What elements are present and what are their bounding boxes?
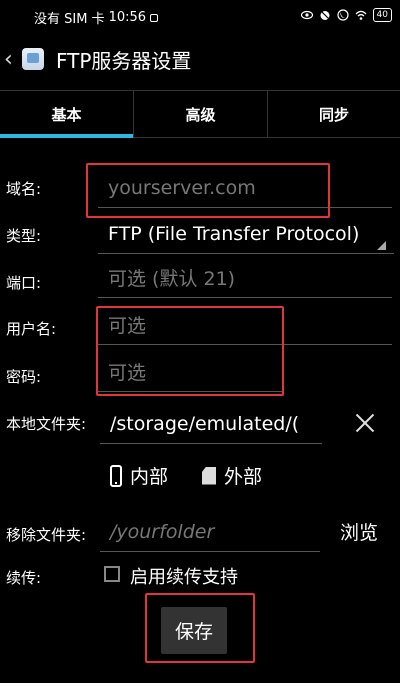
internal-storage-button[interactable]: 内部 (110, 462, 168, 489)
title-bar: ‹ FTP服务器设置 (0, 32, 400, 86)
local-folder-label: 本地文件夹: (6, 415, 87, 433)
domain-label: 域名: (6, 180, 42, 198)
port-input[interactable]: 可选 (默认 21) (98, 258, 392, 298)
tab-basic[interactable]: 基本 (0, 91, 133, 137)
page-title: FTP服务器设置 (56, 48, 192, 73)
status-bar: 没有 SIM 卡 10:56 40 (0, 0, 400, 32)
highlight-box-credentials (96, 306, 284, 396)
alarm-icon (320, 10, 330, 20)
password-label: 密码: (6, 368, 42, 386)
phone-icon (110, 464, 122, 487)
type-label: 类型: (6, 227, 42, 245)
highlight-box-domain (86, 163, 330, 218)
resume-checkbox-label[interactable]: 启用续传支持 (130, 563, 238, 589)
clear-icon[interactable] (350, 408, 380, 438)
notification-icon (150, 13, 159, 22)
tab-advanced[interactable]: 高级 (133, 91, 267, 137)
tab-bar: 基本 高级 同步 (0, 90, 400, 138)
clock: 10:56 (108, 10, 147, 25)
dnd-icon (336, 9, 349, 21)
app-icon (22, 48, 44, 70)
carrier-text: 没有 SIM 卡 (34, 12, 105, 27)
local-folder-input[interactable]: /storage/emulated/( (100, 404, 322, 444)
tab-active-indicator (0, 134, 133, 138)
username-label: 用户名: (6, 320, 57, 338)
sd-card-icon (202, 466, 216, 485)
remote-folder-label: 移除文件夹: (6, 526, 87, 544)
resume-checkbox[interactable] (104, 566, 120, 582)
battery-icon: 40 (372, 8, 392, 22)
internal-storage-label: 内部 (130, 466, 169, 488)
port-label: 端口: (6, 274, 42, 292)
back-chevron-icon[interactable]: ‹ (4, 47, 18, 72)
eye-icon (300, 10, 313, 20)
remote-folder-input[interactable]: /yourfolder (100, 512, 320, 552)
dropdown-triangle-icon (377, 241, 386, 250)
type-select[interactable]: FTP (File Transfer Protocol) (98, 214, 394, 254)
remote-folder-placeholder: /yourfolder (110, 520, 215, 543)
port-placeholder: 可选 (默认 21) (108, 268, 236, 290)
wifi-icon (355, 10, 367, 20)
browse-button[interactable]: 浏览 (340, 518, 378, 545)
highlight-box-save (145, 593, 255, 663)
resume-label: 续传: (6, 569, 42, 587)
external-storage-button[interactable]: 外部 (202, 462, 262, 489)
tab-sync[interactable]: 同步 (267, 91, 400, 137)
type-value: FTP (File Transfer Protocol) (108, 222, 360, 245)
external-storage-label: 外部 (224, 466, 263, 488)
local-folder-value: /storage/emulated/( (110, 412, 300, 435)
